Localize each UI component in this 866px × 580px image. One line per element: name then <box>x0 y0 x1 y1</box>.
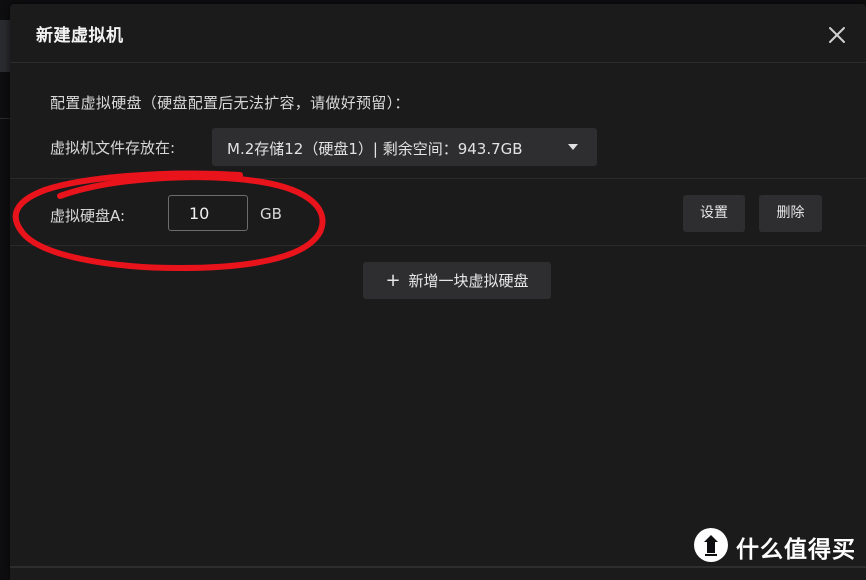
storage-location-select[interactable]: M.2存储12（硬盘1）| 剩余空间：943.7GB <box>212 128 597 166</box>
disk-a-settings-button[interactable]: 设置 <box>683 195 745 232</box>
watermark-text: 什么值得买 <box>736 537 856 563</box>
watermark-badge-icon <box>694 528 728 562</box>
plus-icon: + <box>385 270 401 291</box>
dialog-bottom-edge <box>10 566 866 568</box>
disk-a-delete-button[interactable]: 删除 <box>759 195 822 232</box>
dialog-title: 新建虚拟机 <box>36 26 124 46</box>
background-divider <box>0 118 10 119</box>
close-button[interactable] <box>826 24 848 46</box>
storage-location-label: 虚拟机文件存放在: <box>50 139 176 157</box>
virtual-disk-a-label: 虚拟硬盘A: <box>50 207 126 225</box>
row-divider-bottom <box>10 245 866 246</box>
background-panel-strip <box>0 20 10 72</box>
storage-selected-value: M.2存储12（硬盘1）| 剩余空间：943.7GB <box>227 140 523 158</box>
virtual-disk-a-unit: GB <box>260 205 282 223</box>
add-virtual-disk-label: 新增一块虚拟硬盘 <box>408 272 529 290</box>
row-divider-top <box>10 178 866 179</box>
chevron-down-icon <box>568 144 578 150</box>
new-vm-dialog: 新建虚拟机 配置虚拟硬盘（硬盘配置后无法扩容，请做好预留）： 虚拟机文件存放在:… <box>10 4 866 580</box>
disk-config-section-label: 配置虚拟硬盘（硬盘配置后无法扩容，请做好预留）： <box>50 94 410 112</box>
dialog-header: 新建虚拟机 <box>10 4 866 63</box>
virtual-disk-a-size-input[interactable] <box>168 195 248 231</box>
add-virtual-disk-button[interactable]: + 新增一块虚拟硬盘 <box>363 262 551 299</box>
close-icon <box>829 27 845 43</box>
